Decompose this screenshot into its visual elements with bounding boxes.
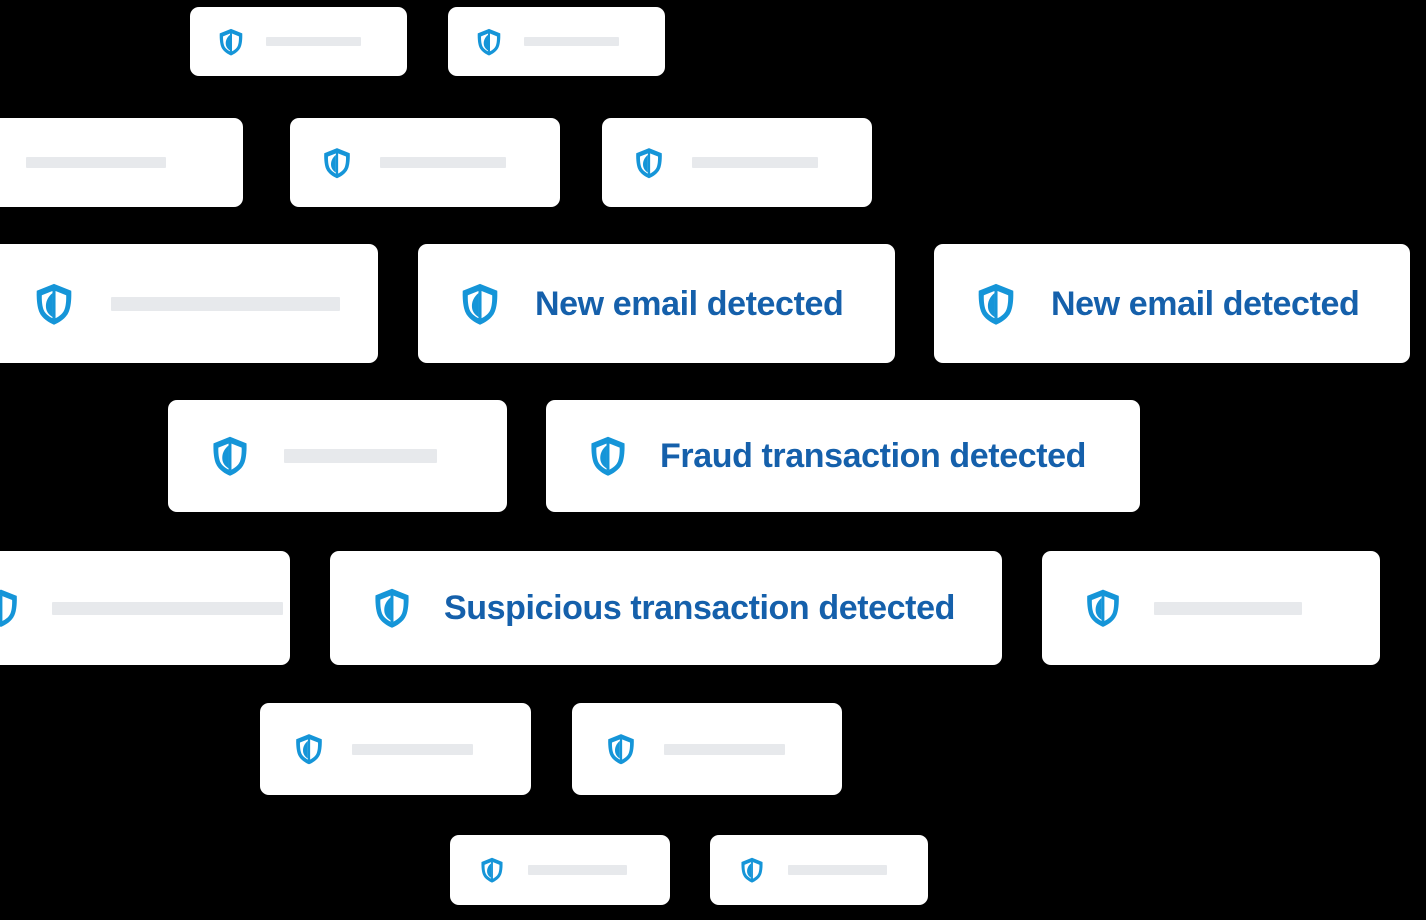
placeholder-text-bar — [111, 296, 340, 311]
alert-card-13[interactable] — [710, 835, 928, 905]
shield-icon — [0, 589, 17, 627]
alert-card-suspicious-transaction[interactable]: Suspicious transaction detected — [330, 551, 1002, 665]
placeholder-text-bar — [26, 157, 166, 168]
shield-icon — [586, 434, 630, 478]
placeholder-text-bar — [380, 157, 506, 168]
shield-icon — [1082, 587, 1124, 629]
alert-card-5[interactable] — [602, 118, 872, 207]
shield-icon — [741, 857, 763, 883]
shield-icon — [0, 587, 22, 629]
placeholder-text-bar — [524, 37, 619, 46]
alert-card-4[interactable] — [290, 118, 560, 207]
shield-icon — [636, 147, 662, 178]
shield-icon — [591, 436, 625, 476]
shield-icon — [474, 27, 504, 57]
alert-card-3[interactable] — [0, 118, 243, 207]
alert-card-new-email-1[interactable]: New email detected — [418, 244, 895, 363]
alert-card-12[interactable] — [450, 835, 670, 905]
shield-icon — [324, 147, 350, 178]
placeholder-text-bar — [528, 865, 627, 875]
placeholder-text-bar — [692, 157, 818, 168]
shield-icon — [738, 856, 766, 884]
alert-card-label: New email detected — [1051, 284, 1360, 323]
shield-icon — [370, 586, 414, 630]
shield-icon — [632, 146, 666, 180]
placeholder-text-bar — [352, 743, 473, 755]
alert-card-2[interactable] — [448, 7, 665, 76]
placeholder-text-bar — [664, 743, 785, 755]
shield-icon — [462, 283, 498, 325]
placeholder-text-bar — [266, 37, 361, 46]
alert-card-fraud-transaction[interactable]: Fraud transaction detected — [546, 400, 1140, 512]
shield-icon — [481, 857, 503, 883]
placeholder-text-bar — [788, 865, 887, 875]
alert-card-8[interactable] — [0, 551, 290, 665]
alert-card-label: Fraud transaction detected — [660, 437, 1087, 475]
alert-card-9[interactable] — [1042, 551, 1380, 665]
placeholder-text-bar — [1154, 601, 1302, 615]
shield-icon — [478, 856, 506, 884]
shield-icon — [973, 281, 1019, 327]
shield-icon — [216, 27, 246, 57]
alert-card-7[interactable] — [168, 400, 507, 512]
shield-icon — [31, 281, 77, 327]
alert-card-10[interactable] — [260, 703, 531, 795]
alert-card-6[interactable] — [0, 244, 378, 363]
shield-icon — [477, 28, 501, 55]
shield-icon — [219, 28, 243, 55]
alert-card-1[interactable] — [190, 7, 407, 76]
shield-icon — [608, 734, 634, 765]
shield-icon — [978, 283, 1014, 325]
shield-icon — [320, 146, 354, 180]
shield-icon — [457, 281, 503, 327]
alert-card-new-email-2[interactable]: New email detected — [934, 244, 1410, 363]
shield-icon — [604, 732, 638, 766]
alert-card-label: New email detected — [535, 284, 844, 323]
placeholder-text-bar — [52, 601, 283, 615]
shield-icon — [213, 436, 247, 476]
alert-cards-canvas: New email detected New email detected Frau… — [0, 0, 1426, 920]
shield-icon — [208, 434, 252, 478]
shield-icon — [292, 732, 326, 766]
shield-icon — [296, 734, 322, 765]
alert-card-11[interactable] — [572, 703, 842, 795]
shield-icon — [1087, 589, 1119, 627]
alert-card-label: Suspicious transaction detected — [444, 589, 955, 627]
shield-icon — [375, 588, 409, 628]
placeholder-text-bar — [284, 449, 437, 463]
shield-icon — [36, 283, 72, 325]
